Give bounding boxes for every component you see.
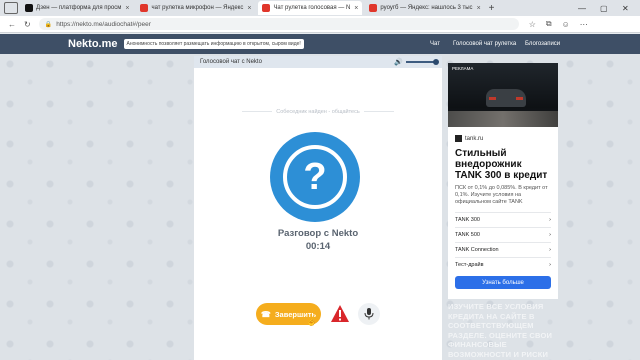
question-mark-icon: ?: [283, 145, 347, 209]
tab-actions-icon[interactable]: [4, 2, 18, 14]
close-window-icon[interactable]: ✕: [622, 0, 629, 16]
refresh-icon[interactable]: ↻: [24, 20, 31, 29]
voice-chat-panel: Голосовой чат с Nekto 🔊 Собеседник найде…: [194, 56, 442, 360]
maximize-icon[interactable]: ▢: [600, 0, 608, 16]
nav-blog-link[interactable]: Блогозаписи: [525, 34, 560, 54]
tab-favicon-icon: [25, 4, 33, 12]
ad-image[interactable]: РЕКЛАМА: [448, 63, 558, 127]
microphone-button[interactable]: [358, 303, 380, 325]
ad-disclaimer: Изучите все условия кредита на сайте в с…: [448, 302, 553, 358]
ad-links: TANK 300 › TANK 500 › TANK Connection › Тес…: [455, 212, 551, 272]
tab-close-icon[interactable]: ×: [125, 5, 129, 12]
collections-icon[interactable]: ⧉: [546, 19, 552, 29]
ad-link-label: TANK 300: [455, 217, 480, 223]
chevron-right-icon: ›: [549, 262, 551, 268]
address-bar: ← ↻ 🔒 https://nekto.me/audiochat#/peer ☆…: [0, 16, 640, 33]
speaker-icon[interactable]: 🔊: [394, 58, 403, 66]
site-header: Nekto.me Анонимность позволяет размещать…: [0, 34, 640, 54]
car-image: [486, 89, 526, 107]
url-field[interactable]: 🔒 https://nekto.me/audiochat#/peer: [38, 18, 519, 30]
brand-logo-icon: [455, 135, 462, 142]
ad-link-item[interactable]: TANK Connection ›: [455, 242, 551, 257]
tab-label: Дзен — платформа для просм: [36, 5, 122, 11]
nav-voice-roulette-link[interactable]: Голосовой чат рулетка: [453, 34, 516, 54]
ad-link-label: Тест-драйв: [455, 262, 484, 268]
new-tab-icon[interactable]: +: [489, 3, 495, 14]
microphone-icon: [364, 308, 374, 320]
browser-tab-4[interactable]: руоугб — Яндекс: нашлось 3 тыс ×: [365, 1, 484, 15]
tab-favicon-icon: [262, 4, 271, 12]
tab-label: Чат рулетка голосовая — N: [273, 5, 351, 11]
volume-control[interactable]: 🔊: [394, 58, 439, 66]
browser-tab-1[interactable]: Дзен — платформа для просм ×: [21, 1, 133, 15]
peer-found-text: Собеседник найден - общайтесь: [194, 109, 442, 115]
ad-text: ПСК от 0,1% до 0,085%. В кредит от 0,1%.…: [455, 185, 548, 205]
nav-chat-link[interactable]: Чат: [430, 34, 440, 54]
volume-slider-knob[interactable]: [433, 59, 439, 65]
conversation-title: Разговор с Nekto: [277, 228, 359, 239]
ad-link-item[interactable]: TANK 500 ›: [455, 227, 551, 242]
ad-cta-button[interactable]: Узнать больше: [455, 276, 551, 289]
ad-link-label: TANK Connection: [455, 247, 499, 253]
browser-tab-3[interactable]: Чат рулетка голосовая — N ×: [258, 1, 363, 15]
panel-title: Голосовой чат с Nekto: [200, 59, 262, 65]
chevron-right-icon: ›: [549, 247, 551, 253]
phone-hangup-icon: ☎: [260, 309, 271, 319]
dust-image: [448, 111, 558, 127]
browser-tab-2[interactable]: чат рулетка микрофон — Яндекс ×: [136, 1, 255, 15]
ad-title[interactable]: Стильный внедорожник TANK 300 в кредит: [455, 148, 551, 181]
url-text: https://nekto.me/audiochat#/peer: [56, 20, 151, 28]
back-icon[interactable]: ←: [8, 20, 16, 29]
profile-icon[interactable]: ☺: [562, 20, 570, 29]
peer-avatar: ?: [270, 132, 360, 222]
lock-icon: 🔒: [44, 21, 53, 28]
anon-notice: Анонимность позволяет размещать информац…: [123, 39, 304, 49]
tab-label: чат рулетка микрофон — Яндекс: [151, 5, 244, 11]
tab-close-icon[interactable]: ×: [354, 5, 358, 12]
mouse-cursor-icon: ☝: [306, 316, 318, 326]
more-icon[interactable]: ⋯: [580, 20, 588, 29]
volume-slider[interactable]: [406, 59, 439, 65]
tab-label: руоугб — Яндекс: нашлось 3 тыс: [380, 5, 473, 11]
ad-brand-name: tank.ru: [465, 135, 484, 142]
minimize-icon[interactable]: —: [578, 0, 586, 16]
tab-close-icon[interactable]: ×: [247, 5, 251, 12]
ad-label: РЕКЛАМА: [452, 66, 474, 71]
ad-link-label: TANK 500: [455, 232, 480, 238]
call-timer: 00:14: [305, 241, 331, 252]
chevron-right-icon: ›: [549, 232, 551, 238]
panel-header: Голосовой чат с Nekto 🔊: [194, 56, 442, 68]
ad-brand[interactable]: tank.ru: [455, 135, 558, 142]
browser-tab-strip: Дзен — платформа для просм × чат рулетка…: [0, 0, 640, 16]
ad-link-item[interactable]: Тест-драйв ›: [455, 257, 551, 272]
tab-favicon-icon: [369, 4, 378, 12]
tab-favicon-icon: [140, 4, 149, 12]
ad-link-item[interactable]: TANK 300 ›: [455, 212, 551, 227]
site-logo[interactable]: Nekto.me: [68, 38, 118, 50]
ad-block[interactable]: РЕКЛАМА tank.ru Стильный внедорожник TAN…: [448, 63, 558, 299]
report-warning-icon[interactable]: [330, 304, 350, 324]
chevron-right-icon: ›: [549, 217, 551, 223]
favorites-icon[interactable]: ☆: [529, 20, 536, 29]
tab-close-icon[interactable]: ×: [477, 5, 481, 12]
